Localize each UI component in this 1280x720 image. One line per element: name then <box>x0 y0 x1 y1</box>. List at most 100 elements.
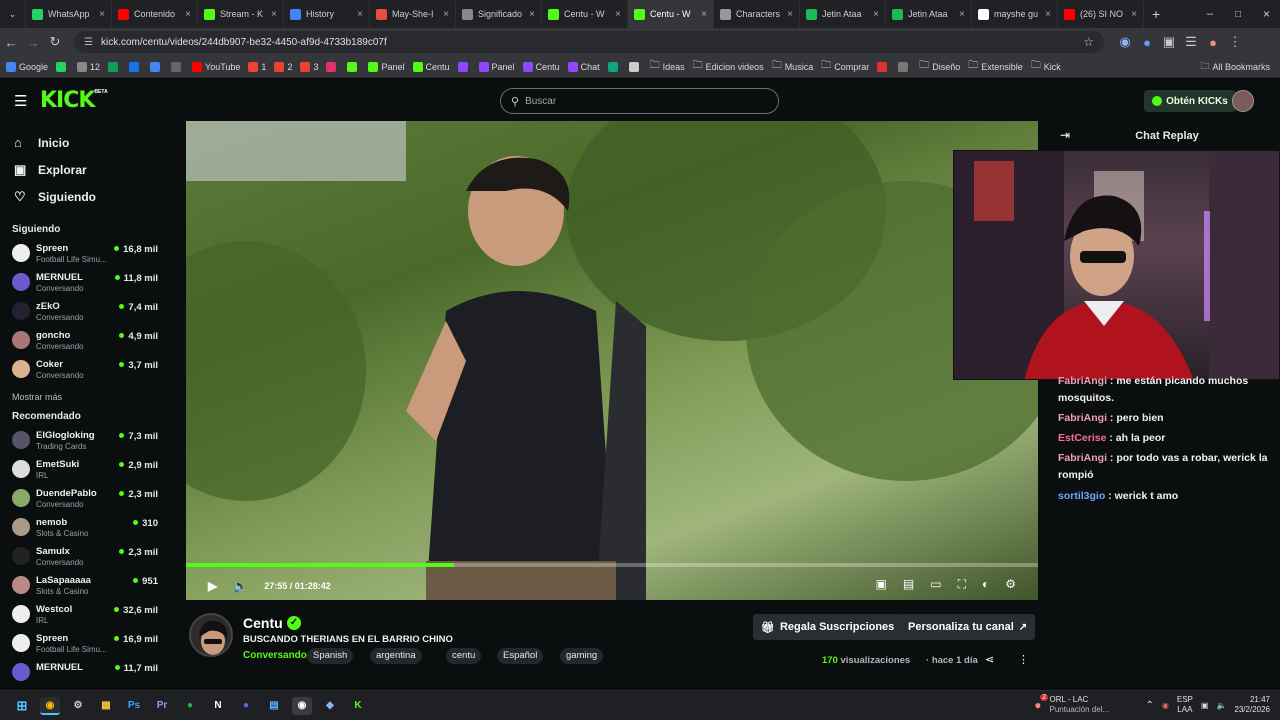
tab-close-icon[interactable]: × <box>443 9 449 20</box>
user-avatar[interactable] <box>1232 90 1254 112</box>
browser-tab[interactable]: May-She-I × <box>370 0 456 28</box>
kick-logo[interactable]: KICKBETA <box>40 88 108 113</box>
bookmark-item[interactable] <box>898 61 911 72</box>
bookmark-item[interactable] <box>129 61 142 72</box>
steam-icon[interactable]: ⚙ <box>68 697 88 715</box>
bookmark-item[interactable]: Centu <box>412 61 450 72</box>
clip-icon[interactable]: ▣ <box>876 577 887 592</box>
chat-username[interactable]: EstCerise <box>1058 432 1106 444</box>
tab-close-icon[interactable]: × <box>615 9 621 20</box>
sidebar-channel[interactable]: Samulx Conversando 2,3 mil <box>0 543 170 572</box>
browser-tab[interactable]: WhatsApp × <box>26 0 112 28</box>
bookmark-item[interactable]: 🗀︎ Edicion videos <box>693 58 764 75</box>
sidebar-channel[interactable]: Westcol IRL 32,6 mil <box>0 601 170 630</box>
channel-avatar[interactable] <box>189 613 233 657</box>
capcut-icon[interactable]: ◉ <box>292 696 312 715</box>
notepad-icon[interactable]: ▤ <box>264 697 284 715</box>
new-tab-icon[interactable]: + <box>1152 6 1160 22</box>
chrome-icon[interactable]: ◉ <box>40 696 60 715</box>
fullscreen-icon[interactable]: ⛶ <box>958 577 966 592</box>
app-icon[interactable]: ◆ <box>320 697 340 715</box>
browser-tab[interactable]: Characters × <box>714 0 800 28</box>
bookmark-item[interactable]: Centu <box>522 61 560 72</box>
browser-tab[interactable]: Contenido × <box>112 0 198 28</box>
sidebar-channel[interactable]: ElGlogloking Trading Cards 7,3 mil <box>0 427 170 456</box>
browser-tab[interactable]: Stream - K × <box>198 0 284 28</box>
bookmark-item[interactable] <box>326 61 339 72</box>
sidebar-channel[interactable]: nemob Slots & Casino 310 <box>0 514 170 543</box>
sidebar-channel[interactable]: Spreen Football Life Simu... 16,8 mil <box>0 240 170 269</box>
sidebar-channel[interactable]: MERNUEL Conversando 11,8 mil <box>0 269 170 298</box>
bookmark-item[interactable] <box>457 61 471 72</box>
bookmark-item[interactable]: 12 <box>77 61 100 72</box>
site-info-icon[interactable]: ☰ <box>84 37 93 48</box>
browser-tab[interactable]: Centu - W × <box>628 0 714 28</box>
chat-username[interactable]: FabriAngi <box>1058 375 1107 387</box>
profile-icon[interactable]: ● <box>1202 35 1224 50</box>
extension-icon-2[interactable]: ● <box>1136 35 1158 50</box>
customize-channel-button[interactable]: Personaliza tu canal ↗ <box>900 614 1036 640</box>
tab-close-icon[interactable]: × <box>787 9 793 20</box>
photoshop-icon[interactable]: Ps <box>124 697 144 715</box>
bookmark-item[interactable] <box>628 61 642 72</box>
bookmark-item[interactable]: 1 <box>248 61 266 72</box>
chevron-up-icon[interactable]: ⌃ <box>1145 700 1153 711</box>
reload-icon[interactable]: ↻ <box>44 34 66 50</box>
bookmark-item[interactable]: Panel <box>478 61 515 72</box>
chat-username[interactable]: FabriAngi <box>1058 412 1107 424</box>
speaker-icon[interactable]: 🔈 <box>1216 701 1226 710</box>
language-indicator[interactable]: ESP LAA <box>1177 695 1193 715</box>
sidebar-channel[interactable]: EmetSuki IRL 2,9 mil <box>0 456 170 485</box>
sidebar-channel[interactable]: goncho Conversando 4,9 mil <box>0 327 170 356</box>
bookmark-item[interactable] <box>347 61 360 72</box>
bookmark-item[interactable]: 3 <box>300 61 318 72</box>
sidebar-channel[interactable]: DuendePablo Conversando 2,3 mil <box>0 485 170 514</box>
weather-widget[interactable]: ORL - LAC Puntuación del... <box>1049 695 1119 715</box>
settings-gear-icon[interactable]: ⚙ <box>1005 577 1016 592</box>
tab-close-icon[interactable]: × <box>959 9 965 20</box>
tab-close-icon[interactable]: × <box>873 9 879 20</box>
media-icon[interactable]: ☰ <box>1180 34 1202 50</box>
bookmark-item[interactable]: 🗀︎ Comprar <box>821 58 869 75</box>
bookmark-item[interactable] <box>150 61 163 72</box>
more-options-icon[interactable]: ⋮ <box>1018 653 1029 666</box>
weather-icon[interactable]: ● 2 <box>1034 694 1049 712</box>
tab-close-icon[interactable]: × <box>529 9 535 20</box>
minimize-icon[interactable]: – <box>1207 8 1213 20</box>
tag-chip[interactable]: argentina <box>370 648 422 664</box>
tag-chip[interactable]: gaming <box>560 648 604 664</box>
notion-icon[interactable]: N <box>208 697 228 715</box>
tab-close-icon[interactable]: × <box>1045 9 1051 20</box>
tab-search-button[interactable]: ⌄ <box>0 0 26 28</box>
network-icon[interactable]: ▣ <box>1201 701 1209 710</box>
windows-start-icon[interactable]: ⊞ <box>12 697 32 715</box>
nav-item-inicio[interactable]: ⌂ Inicio <box>0 129 170 156</box>
channel-name[interactable]: Centu <box>243 615 283 631</box>
clock[interactable]: 21:47 23/2/2026 <box>1234 695 1270 715</box>
mic-icon[interactable]: ◉ <box>1162 701 1169 710</box>
browser-tab[interactable]: Centu - W × <box>542 0 628 28</box>
sidebar-channel[interactable]: Spreen Football Life Simu... 16,9 mil <box>0 630 170 659</box>
theater-mode-icon[interactable]: ▭ <box>930 577 941 592</box>
share-icon[interactable]: ⋖ <box>985 653 994 666</box>
bookmark-item[interactable] <box>877 61 890 72</box>
tab-close-icon[interactable]: × <box>99 9 105 20</box>
bookmark-item[interactable]: 🗀︎ Extensible <box>968 58 1023 75</box>
nav-item-siguiendo[interactable]: ♡ Siguiendo <box>0 183 170 210</box>
tag-chip[interactable]: Spanish <box>307 648 354 664</box>
bookmark-item[interactable]: Chat <box>567 61 600 72</box>
tab-close-icon[interactable]: × <box>1131 9 1137 20</box>
video-player[interactable]: ▶ 🔈 27:55 / 01:28:42 ▣ ▤ ▭ ⛶ ◐ ⚙ <box>186 121 1038 600</box>
show-more-link[interactable]: Mostrar más <box>0 385 170 409</box>
video-progress-bar[interactable] <box>186 563 1038 567</box>
tag-chip[interactable]: centu <box>446 648 482 664</box>
bookmark-item[interactable]: 🗀︎ Kick <box>1031 58 1061 75</box>
chat-username[interactable]: FabriAngi <box>1058 452 1107 464</box>
discord-icon[interactable]: ● <box>236 697 256 715</box>
file-explorer-icon[interactable]: ▦ <box>96 697 116 715</box>
volume-icon[interactable]: 🔈 <box>233 579 248 593</box>
back-icon[interactable]: ← <box>0 35 22 50</box>
bookmark-item[interactable]: 🗀︎ Musica <box>772 58 814 75</box>
browser-tab[interactable]: (26) SI NO × <box>1058 0 1144 28</box>
gift-subs-button[interactable]: 🎁︎ Regala Suscripciones <box>753 614 903 640</box>
